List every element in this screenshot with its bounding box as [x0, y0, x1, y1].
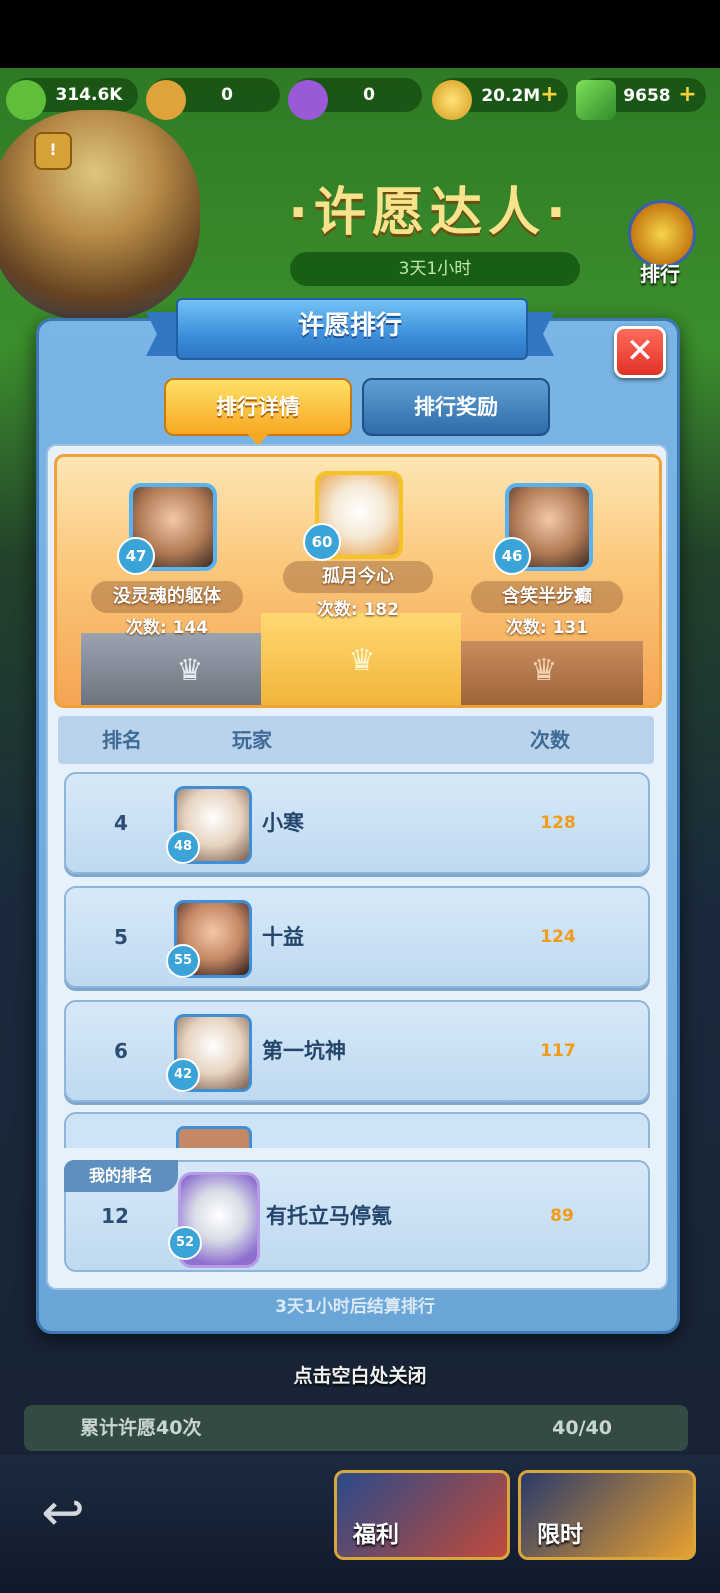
purple-scroll-icon: [288, 80, 328, 120]
genie-character-image: [0, 110, 200, 320]
my-count: 89: [550, 1206, 574, 1226]
podium-name-1: 孤月今心: [283, 561, 433, 593]
silver-crown-icon: ♛: [176, 653, 204, 688]
table-row[interactable]: 4 48 小寒 128: [64, 772, 650, 874]
podium-step-3: ♛: [447, 641, 643, 705]
gold-crown-icon: ♛: [348, 643, 376, 678]
event-title: ·许愿达人·: [288, 183, 572, 243]
row-player-name: 十益: [262, 925, 304, 949]
close-icon: ✕: [625, 331, 655, 371]
column-count: 次数: [530, 728, 570, 752]
tap-to-close-hint[interactable]: 点击空白处关闭: [0, 1360, 720, 1392]
gem-icon: [576, 80, 616, 120]
settlement-notice: 3天1小时后结算排行: [275, 1297, 435, 1317]
podium-name-3: 含笑半步癫: [471, 581, 623, 613]
modal-title: 许愿排行: [297, 311, 402, 341]
gold-coin-icon: [432, 80, 472, 120]
task-progress: 40/40: [552, 1417, 612, 1439]
row-level: 42: [166, 1058, 200, 1092]
podium-level-2: 47: [117, 537, 155, 575]
scroll-icon: [146, 80, 186, 120]
ranking-table-header: 排名 玩家 次数: [58, 716, 654, 764]
podium-name-2: 没灵魂的躯体: [91, 581, 243, 613]
limited-time-button[interactable]: 限时: [518, 1470, 696, 1560]
column-player: 玩家: [232, 728, 272, 752]
podium-count-2: 次数: 144: [125, 618, 209, 638]
resource-purple-scroll: 0: [288, 78, 422, 120]
info-icon[interactable]: !: [34, 132, 72, 170]
close-button[interactable]: ✕: [614, 326, 666, 378]
column-rank: 排名: [102, 728, 142, 752]
task-bar: 累计许愿40次 40/40: [24, 1405, 688, 1451]
back-arrow-icon[interactable]: ↩: [28, 1478, 98, 1548]
green-cash-icon: [6, 80, 46, 120]
row-rank: 4: [114, 811, 128, 835]
task-label: 累计许愿40次: [80, 1417, 202, 1439]
row-level: 55: [166, 944, 200, 978]
resource-coin[interactable]: 20.2M+: [432, 78, 568, 120]
podium-step-1: ♛: [261, 613, 461, 705]
table-row-partial[interactable]: [64, 1112, 650, 1148]
podium-level-3: 46: [493, 537, 531, 575]
row-player-name: 小寒: [262, 811, 304, 835]
resource-cash: 314.6K: [6, 78, 138, 120]
table-row[interactable]: 6 42 第一坑神 117: [64, 1000, 650, 1102]
tab-ranking-rewards[interactable]: 排行奖励: [362, 378, 550, 436]
row-level: 48: [166, 830, 200, 864]
avatar: [176, 1126, 252, 1148]
podium: ♛ ♛ ♛ 47 没灵魂的躯体 次数: 144 60 孤月今心 次数: 182 …: [54, 454, 662, 708]
add-gem-icon[interactable]: +: [671, 82, 696, 107]
modal-title-banner: 许愿排行: [146, 298, 554, 360]
add-coin-icon[interactable]: +: [540, 82, 558, 107]
resource-scroll: 0: [146, 78, 280, 120]
resource-gem[interactable]: 9658 +: [576, 78, 706, 120]
event-time-left: 3天1小时: [290, 252, 580, 286]
tab-ranking-details[interactable]: 排行详情: [164, 378, 352, 446]
row-count: 124: [540, 927, 576, 947]
podium-level-1: 60: [303, 523, 341, 561]
my-player-name: 有托立马停氪: [266, 1204, 392, 1228]
podium-count-1: 次数: 182: [316, 600, 400, 620]
row-count: 117: [540, 1041, 576, 1061]
row-count: 128: [540, 813, 576, 833]
row-rank: 6: [114, 1039, 128, 1063]
my-level: 52: [168, 1226, 202, 1260]
bronze-crown-icon: ♛: [530, 653, 558, 688]
welfare-button[interactable]: 福利: [334, 1470, 510, 1560]
ranking-side-button-label[interactable]: 排行: [620, 258, 700, 287]
row-player-name: 第一坑神: [262, 1039, 346, 1063]
podium-step-2: ♛: [81, 633, 291, 705]
my-rank-tag: 我的排名: [64, 1160, 178, 1192]
podium-count-3: 次数: 131: [505, 618, 589, 638]
table-row[interactable]: 5 55 十益 124: [64, 886, 650, 988]
row-rank: 5: [114, 925, 128, 949]
